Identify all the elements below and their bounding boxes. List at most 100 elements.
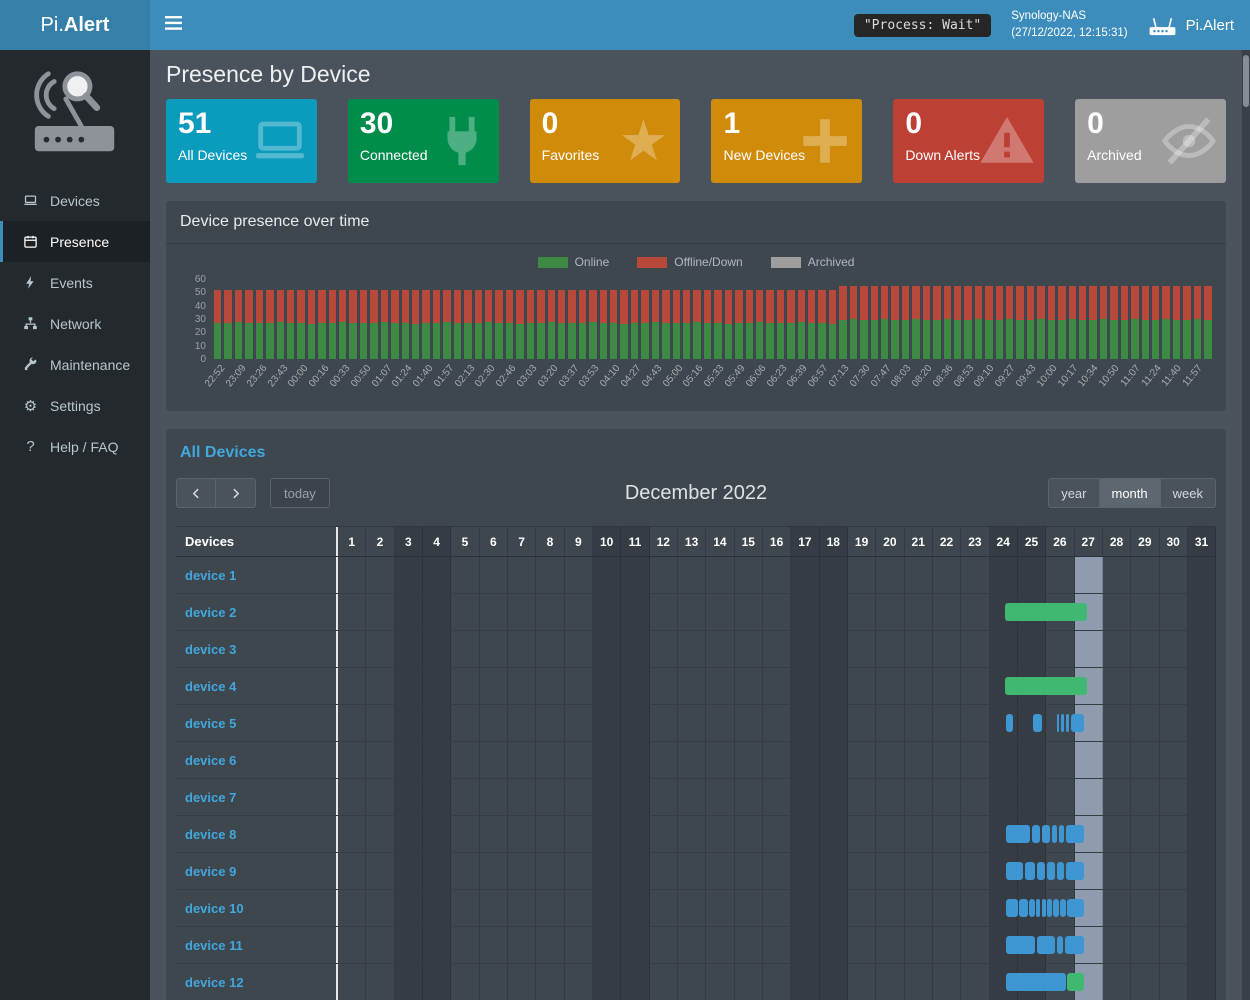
presence-event[interactable] [1047, 862, 1055, 880]
device-link[interactable]: device 5 [185, 716, 236, 731]
presence-event[interactable] [1005, 603, 1087, 621]
device-link[interactable]: device 3 [185, 642, 236, 657]
scrollbar-thumb[interactable] [1243, 55, 1249, 107]
presence-event[interactable] [1053, 899, 1059, 917]
offline-segment [297, 290, 304, 323]
device-link[interactable]: device 1 [185, 568, 236, 583]
presence-event[interactable] [1060, 899, 1066, 917]
presence-event[interactable] [1065, 936, 1084, 954]
presence-event[interactable] [1057, 936, 1064, 954]
card-value: 30 [360, 108, 487, 140]
year-view-button[interactable]: year [1048, 478, 1099, 508]
presence-event[interactable] [1006, 899, 1017, 917]
presence-event[interactable] [1029, 899, 1035, 917]
day-cell [706, 594, 734, 630]
sidebar-item-network[interactable]: Network [0, 303, 150, 344]
month-view-button[interactable]: month [1100, 478, 1161, 508]
sidebar-menu: DevicesPresenceEventsNetworkMaintenance⚙… [0, 180, 150, 467]
chart-bar [589, 290, 596, 359]
device-link[interactable]: device 7 [185, 790, 236, 805]
presence-event[interactable] [1066, 862, 1084, 880]
day-cell [593, 890, 621, 926]
device-link[interactable]: device 11 [185, 938, 243, 953]
presence-event[interactable] [1037, 936, 1055, 954]
device-link[interactable]: device 9 [185, 864, 236, 879]
presence-event[interactable] [1025, 862, 1034, 880]
legend-item-offline-down[interactable]: Offline/Down [637, 255, 742, 269]
chart-bar [422, 290, 429, 359]
sidebar-item-devices[interactable]: Devices [0, 180, 150, 221]
presence-event[interactable] [1037, 862, 1045, 880]
summary-card-favorites[interactable]: 0Favorites★ [530, 99, 681, 183]
brand-logo[interactable]: Pi.Alert [0, 0, 150, 50]
presence-event[interactable] [1066, 825, 1084, 843]
offline-segment [1048, 286, 1055, 321]
vertical-scrollbar[interactable] [1242, 50, 1250, 1000]
device-link[interactable]: device 2 [185, 605, 236, 620]
presence-event[interactable] [1006, 825, 1030, 843]
offline-segment [1037, 286, 1044, 319]
device-link[interactable]: device 10 [185, 901, 244, 916]
presence-event[interactable] [1006, 936, 1034, 954]
chart-bar [673, 290, 680, 359]
day-cell [1160, 594, 1188, 630]
presence-event[interactable] [1006, 973, 1065, 991]
summary-card-all-devices[interactable]: 51All Devices [166, 99, 317, 183]
presence-event[interactable] [1059, 825, 1065, 843]
device-timeline [338, 816, 1216, 852]
app-link[interactable]: Pi.Alert [1148, 15, 1234, 36]
offline-segment [902, 286, 909, 321]
presence-event[interactable] [1071, 714, 1084, 732]
device-link[interactable]: device 8 [185, 827, 236, 842]
day-cell [593, 742, 621, 778]
legend-item-archived[interactable]: Archived [771, 255, 855, 269]
presence-event[interactable] [1057, 862, 1065, 880]
day-cell [678, 816, 706, 852]
legend-item-online[interactable]: Online [538, 255, 610, 269]
online-segment [850, 319, 857, 359]
presence-event[interactable] [1047, 899, 1051, 917]
presence-event[interactable] [1052, 825, 1056, 843]
presence-event[interactable] [1005, 677, 1087, 695]
presence-event[interactable] [1067, 899, 1084, 917]
day-cell [735, 594, 763, 630]
presence-event[interactable] [1066, 714, 1069, 732]
presence-event[interactable] [1006, 714, 1013, 732]
presence-event[interactable] [1032, 825, 1040, 843]
presence-event[interactable] [1042, 825, 1050, 843]
presence-event[interactable] [1006, 862, 1023, 880]
online-segment [277, 322, 284, 359]
next-month-button[interactable] [216, 478, 256, 508]
sidebar-toggle-button[interactable] [150, 0, 196, 50]
summary-card-down-alerts[interactable]: 0Down Alerts [893, 99, 1044, 183]
presence-event[interactable] [1042, 899, 1046, 917]
online-segment [537, 323, 544, 359]
card-value: 0 [542, 108, 669, 140]
week-view-button[interactable]: week [1161, 478, 1216, 508]
online-segment [1048, 320, 1055, 359]
sidebar-item-presence[interactable]: Presence [0, 221, 150, 262]
day-cell [678, 742, 706, 778]
sidebar-item-events[interactable]: Events [0, 262, 150, 303]
prev-month-button[interactable] [176, 478, 216, 508]
presence-event[interactable] [1019, 899, 1027, 917]
sidebar-item-maintenance[interactable]: Maintenance [0, 344, 150, 385]
device-link[interactable]: device 6 [185, 753, 236, 768]
summary-card-archived[interactable]: 0Archived [1075, 99, 1226, 183]
sidebar-item-help-faq[interactable]: ?Help / FAQ [0, 426, 150, 467]
device-link[interactable]: device 12 [185, 975, 244, 990]
presence-event[interactable] [1057, 714, 1060, 732]
day-cell [1131, 557, 1159, 593]
day-cell [905, 964, 933, 1000]
offline-segment [266, 290, 273, 323]
device-link[interactable]: device 4 [185, 679, 236, 694]
presence-event[interactable] [1036, 899, 1040, 917]
presence-event[interactable] [1067, 973, 1084, 991]
sidebar-item-settings[interactable]: ⚙Settings [0, 385, 150, 426]
today-button[interactable]: today [270, 478, 330, 508]
presence-event[interactable] [1033, 714, 1041, 732]
offline-segment [1162, 286, 1169, 319]
presence-event[interactable] [1061, 714, 1064, 732]
summary-card-connected[interactable]: 30Connected [348, 99, 499, 183]
summary-card-new-devices[interactable]: 1New Devices [711, 99, 862, 183]
